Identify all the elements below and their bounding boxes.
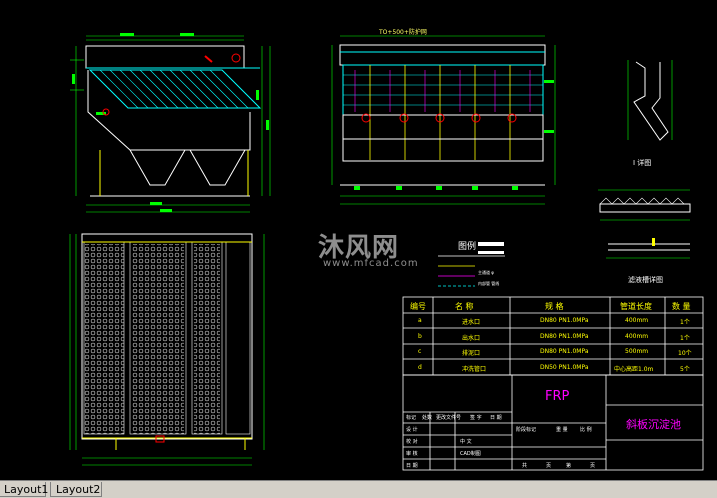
table-header-qty: 数 量 [672,302,691,311]
table-cell: 400mm [625,317,649,324]
project-title: 斜板沉淀池 [626,418,681,431]
plate-hex-pattern [84,244,220,434]
footer-cell: 共 [522,463,528,469]
table-cell: c [418,348,422,355]
title-header-cell: 标记 [406,415,417,421]
table-cell: a [418,317,422,324]
cad-window: TO+500+防护网 I 详图 滤液槽详图 沐风网 www.mfcad.com … [0,0,717,498]
table-cell: b [418,333,422,340]
table-cell: 中心高距1.0m [614,366,654,373]
table-cell: 10个 [678,350,692,357]
title-header-cell: 日 期 [490,415,502,421]
legend-title: 图例 [458,242,477,252]
table-cell: 进水口 [462,319,481,326]
table-cell: DN80 PN1.0MPa [540,333,589,340]
table-cell: 1个 [680,335,690,342]
table-cell: DN80 PN1.0MPa [540,317,589,324]
table-cell: 冲洗管口 [462,366,487,373]
detail-I-title: I 详图 [633,159,652,167]
front-elevation-view [331,35,556,205]
table-cell: 400mm [625,333,649,340]
table-cell: 排泥口 [462,350,481,357]
footer-cell: 页 [590,463,596,469]
material-label: FRP [545,389,570,404]
tab-layout1[interactable]: Layout1 [0,482,48,497]
title-header-cell: 签 字 [470,415,482,421]
table-header-spec: 规 格 [545,302,564,311]
weir-detail-title: 滤液槽详图 [628,276,663,284]
legend-item-2: 内部管 管线 [478,281,500,286]
title-row-label: 设 计 [406,427,418,433]
side-elevation-view [70,33,271,213]
title-header-cell: 处数 [422,415,433,421]
title-header-cell: 更改文件号 [436,415,462,421]
title-row-label: 日 期 [406,463,418,469]
company-label: 中 文 [460,439,472,445]
table-cell: 500mm [625,348,649,355]
table-header-name: 名 称 [455,302,474,311]
cad-label: CAD制图 [460,451,481,457]
table-cell: 1个 [680,319,690,326]
table-header-length: 管道长度 [620,302,652,311]
table-cell: 5个 [680,366,690,373]
sign-cell: 重 量 [556,427,568,433]
footer-cell: 页 [546,463,552,469]
tab-layout2[interactable]: Layout2 [50,482,102,497]
table-cell: 出水口 [462,335,481,342]
table-header-no: 编号 [410,302,426,311]
sign-cell: 阶段标记 [516,427,537,433]
detail-I-view [627,60,673,141]
title-row-label: 校 对 [406,439,418,445]
table-cell: DN50 PN1.0MPa [540,364,589,371]
table-cell: DN80 PN1.0MPa [540,348,589,355]
sign-cell: 比 例 [580,427,592,433]
footer-cell: 第 [566,463,572,469]
title-row-label: 审 核 [406,451,418,457]
legend-item-1: 主通道 φ [478,270,494,275]
table-cell: d [418,364,422,371]
weir-detail-view [598,189,691,259]
watermark-url: www.mfcad.com [323,258,419,269]
layout-tab-bar: Layout1 Layout2 [0,480,717,498]
top-note-label: TO+500+防护网 [379,29,427,36]
